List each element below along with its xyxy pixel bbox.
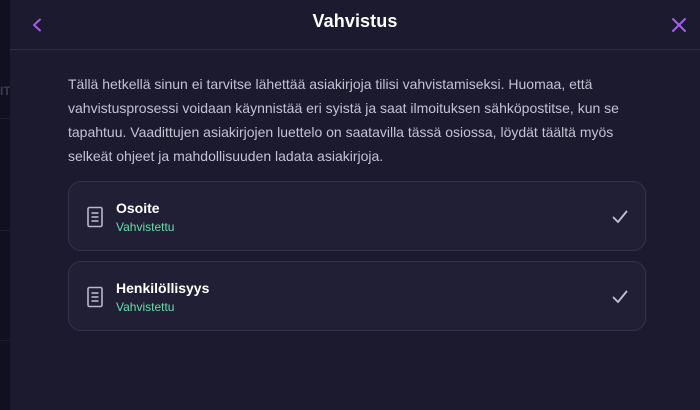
document-card-identity[interactable]: Henkilöllisyys Vahvistettu xyxy=(68,261,646,331)
close-icon xyxy=(672,18,686,32)
modal-header: Vahvistus xyxy=(10,0,700,50)
document-status: Vahvistettu xyxy=(116,300,175,314)
background-divider xyxy=(0,118,10,119)
close-button[interactable] xyxy=(666,12,692,38)
checkmark-icon xyxy=(612,210,628,223)
background-divider xyxy=(0,230,10,231)
background-page: IT xyxy=(0,0,10,410)
document-title: Henkilöllisyys xyxy=(116,280,210,296)
document-status: Vahvistettu xyxy=(116,220,175,234)
document-icon xyxy=(87,286,103,308)
background-divider xyxy=(0,340,10,341)
checkmark-icon xyxy=(612,290,628,303)
intro-text: Tällä hetkellä sinun ei tarvitse lähettä… xyxy=(68,76,619,164)
document-card-address[interactable]: Osoite Vahvistettu xyxy=(68,181,646,251)
modal-title: Vahvistus xyxy=(312,11,398,31)
document-icon xyxy=(87,206,103,228)
verification-modal: Vahvistus Tällä hetkellä sinun ei tarvit… xyxy=(10,0,700,410)
background-decoration: IT xyxy=(0,84,10,98)
document-title: Osoite xyxy=(116,200,160,216)
